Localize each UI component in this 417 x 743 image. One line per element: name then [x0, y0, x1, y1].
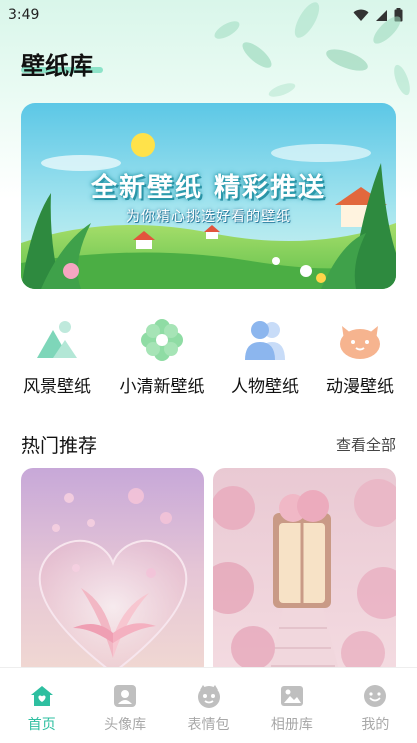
tab-avatar[interactable]: 头像库 [83, 668, 166, 743]
bottom-tab-bar: 首页 头像库 表情包 相册库 我的 [0, 667, 417, 743]
status-time: 3:49 [8, 7, 40, 23]
wallpaper-image-heart [21, 468, 204, 678]
banner-title: 全新壁纸 精彩推送 [90, 173, 327, 203]
profile-icon [364, 685, 387, 707]
tab-label: 头像库 [104, 717, 147, 733]
people-icon [245, 321, 285, 360]
landscape-icon [37, 321, 77, 358]
category-fresh[interactable]: 小清新壁纸 [114, 318, 210, 397]
page-title: 壁纸库 [21, 52, 93, 80]
tab-emoji-pack[interactable]: 表情包 [167, 668, 250, 743]
promo-banner[interactable]: 全新壁纸 精彩推送 为你精心挑选好看的壁纸 [21, 103, 396, 289]
hot-section-header: 热门推荐 查看全部 [21, 430, 396, 458]
emoji-pack-icon [197, 685, 220, 708]
tab-home[interactable]: 首页 [0, 668, 83, 743]
category-label: 动漫壁纸 [326, 377, 394, 397]
category-label: 风景壁纸 [23, 377, 91, 397]
category-people[interactable]: 人物壁纸 [217, 318, 313, 397]
wallpaper-card[interactable] [21, 468, 204, 678]
wallpaper-card[interactable] [213, 468, 396, 678]
leaf-decoration [214, 2, 410, 97]
see-all-link[interactable]: 查看全部 [336, 434, 396, 455]
tab-profile[interactable]: 我的 [334, 668, 417, 743]
tab-album[interactable]: 相册库 [250, 668, 333, 743]
category-landscape[interactable]: 风景壁纸 [9, 318, 105, 397]
flower-icon [141, 319, 183, 361]
section-title: 热门推荐 [21, 434, 98, 457]
category-row: 风景壁纸 小清新壁纸 人物壁纸 动漫壁纸 [0, 318, 417, 398]
category-label: 小清新壁纸 [119, 377, 205, 397]
category-anime[interactable]: 动漫壁纸 [312, 318, 408, 397]
category-label: 人物壁纸 [231, 377, 299, 397]
wallpaper-image-floral-door [213, 468, 396, 678]
album-icon [280, 686, 303, 706]
cat-icon [340, 326, 380, 359]
tab-label: 首页 [27, 717, 56, 733]
avatar-icon [114, 685, 137, 707]
banner-subtitle: 为你精心挑选好看的壁纸 [126, 209, 291, 225]
tab-label: 表情包 [187, 717, 230, 733]
home-icon [30, 686, 53, 706]
tab-label: 我的 [361, 717, 390, 733]
tab-label: 相册库 [270, 717, 313, 733]
